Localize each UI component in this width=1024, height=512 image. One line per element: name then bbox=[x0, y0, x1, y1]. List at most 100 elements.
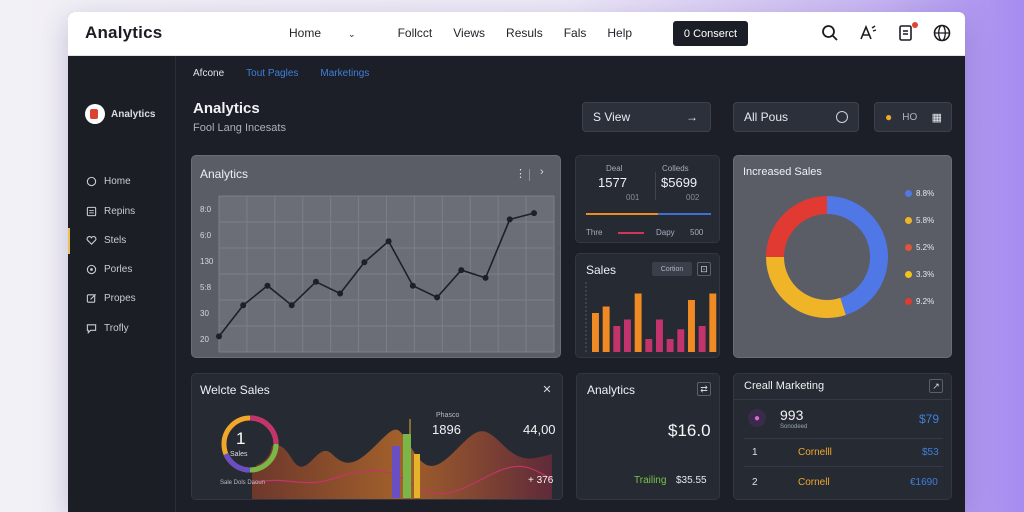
legend-swatch bbox=[905, 298, 912, 305]
tab-tout-pages[interactable]: Tout Pagles bbox=[246, 68, 298, 79]
stat-foot-right: 500 bbox=[690, 228, 704, 237]
sidebar-item-portals[interactable]: Porles bbox=[86, 264, 132, 275]
row2-amount: €1690 bbox=[910, 477, 938, 488]
logo-icon bbox=[85, 104, 105, 124]
page-title: Analytics bbox=[193, 100, 260, 117]
swap-icon[interactable]: ⇄ bbox=[697, 382, 711, 396]
stat-divider bbox=[655, 172, 656, 200]
location-pin-icon: ● bbox=[885, 110, 893, 124]
sidebar-item-home[interactable]: Home bbox=[86, 176, 131, 187]
nav-fals[interactable]: Fals bbox=[564, 26, 587, 40]
bar bbox=[709, 293, 717, 352]
bulb-icon: ● bbox=[748, 409, 766, 427]
chevron-right-icon[interactable]: › bbox=[540, 166, 544, 178]
sidebar-item-trofly[interactable]: Trofly bbox=[86, 323, 129, 334]
marketing-divider bbox=[734, 399, 951, 400]
donut-slice bbox=[826, 196, 888, 316]
stat-left-value: 1577 bbox=[598, 175, 627, 190]
stat-right-label: Colleds bbox=[662, 164, 689, 173]
filter-dropdown[interactable]: All Pous bbox=[733, 102, 859, 132]
data-point bbox=[240, 302, 247, 309]
increased-sales-card: Increased Sales 8.8% 5.8% 5.2% 3.3% 9.2% bbox=[733, 155, 952, 358]
marketing-title: Creall Marketing bbox=[744, 380, 825, 392]
ring-label: Sales bbox=[230, 451, 248, 458]
stat-foot-left: Thre bbox=[586, 228, 603, 237]
legend-label: 3.3% bbox=[916, 270, 935, 279]
main-nav: Home ⌄ Follcct Views Resuls Fals Help bbox=[289, 26, 653, 40]
text-format-icon[interactable] bbox=[858, 23, 878, 43]
more-icon[interactable]: ⋮ bbox=[515, 167, 526, 180]
data-point bbox=[531, 210, 537, 217]
search-icon[interactable] bbox=[820, 23, 840, 43]
row2-name[interactable]: Cornell bbox=[798, 477, 830, 488]
bar bbox=[602, 306, 610, 352]
header-divider bbox=[529, 169, 530, 181]
data-point bbox=[482, 274, 489, 281]
bar bbox=[613, 326, 621, 352]
bar bbox=[666, 339, 674, 352]
row-divider-1 bbox=[744, 438, 943, 439]
app-window: Analytics Home ⌄ Follcct Views Resuls Fal… bbox=[68, 12, 965, 512]
marketing-top-amount: $79 bbox=[919, 412, 940, 426]
external-link-icon[interactable]: ↗ bbox=[929, 379, 943, 393]
legend-item: 3.3% bbox=[905, 261, 934, 288]
donut-slice bbox=[766, 196, 828, 258]
tab-marketings[interactable]: Marketings bbox=[320, 68, 369, 79]
tab-afcone[interactable]: Afcone bbox=[193, 68, 224, 79]
refresh-icon bbox=[836, 111, 848, 123]
data-point bbox=[361, 259, 368, 266]
y-tick-label: 8:0 bbox=[200, 205, 212, 214]
data-point bbox=[216, 333, 222, 340]
y-tick-label: 6:0 bbox=[200, 231, 212, 240]
location-chip[interactable]: ● HO ▦ bbox=[874, 102, 952, 132]
bar bbox=[592, 313, 599, 352]
trailing-label: Trailing bbox=[634, 475, 667, 486]
notes-icon[interactable] bbox=[896, 22, 918, 43]
brand-title: Analytics bbox=[85, 23, 163, 42]
y-tick-label: 30 bbox=[200, 309, 209, 318]
nav-help[interactable]: Help bbox=[607, 26, 632, 40]
edit-icon bbox=[86, 293, 97, 303]
stat-left-sub: 001 bbox=[626, 193, 640, 202]
value2: 44,00 bbox=[523, 422, 556, 437]
stat-left-label: Deal bbox=[606, 164, 623, 173]
y-tick-label: 5:8 bbox=[200, 283, 212, 292]
donut-chart bbox=[766, 196, 888, 318]
nav-results[interactable]: Resuls bbox=[506, 26, 543, 40]
stat-right-value: $5699 bbox=[661, 175, 698, 190]
stats-card: Deal 1577 001 Colleds $5699 002 Thre Dap… bbox=[575, 155, 720, 243]
sales-badge[interactable]: Cortion bbox=[652, 262, 692, 276]
nav-views[interactable]: Views bbox=[453, 26, 485, 40]
sidebar-item-stats[interactable]: Stels bbox=[86, 235, 126, 246]
donut-slice bbox=[766, 256, 846, 318]
analytics-value-title: Analytics bbox=[587, 383, 636, 397]
row1-name[interactable]: Cornelll bbox=[798, 447, 832, 458]
value1: 1896 bbox=[432, 422, 461, 437]
value3: + 376 bbox=[528, 475, 554, 486]
sidebar-item-props[interactable]: Propes bbox=[86, 293, 136, 304]
data-point bbox=[264, 282, 271, 289]
marketing-top-sub: Sonodeed bbox=[780, 424, 808, 430]
value1-label: Phasco bbox=[436, 412, 460, 419]
home-icon bbox=[86, 176, 97, 187]
legend-item: 5.8% bbox=[905, 207, 934, 234]
expand-icon[interactable]: ⊡ bbox=[697, 262, 711, 276]
sidebar-logo[interactable]: Analytics bbox=[85, 104, 155, 124]
sales-bar-chart bbox=[585, 282, 717, 352]
nav-follow[interactable]: Follcct bbox=[398, 26, 433, 40]
nav-home[interactable]: Home ⌄ bbox=[289, 26, 377, 40]
bar bbox=[698, 326, 706, 352]
sidebar: Analytics Home Repins Stels Porles Prope… bbox=[68, 56, 176, 512]
contact-button[interactable]: 0 Conserct bbox=[673, 21, 748, 46]
view-button[interactable]: S View → bbox=[582, 102, 711, 132]
website-sales-title: Welcte Sales bbox=[200, 383, 270, 397]
close-icon[interactable]: ✕ bbox=[540, 382, 554, 396]
stat-progress-blue bbox=[658, 213, 711, 215]
globe-icon[interactable] bbox=[932, 23, 952, 43]
stat-foot-mid: Dapy bbox=[656, 228, 675, 237]
sidebar-item-reports[interactable]: Repins bbox=[86, 206, 135, 217]
analytics-value: $16.0 bbox=[668, 421, 711, 440]
y-tick-label: 20 bbox=[200, 335, 209, 344]
marketing-card: Creall Marketing ↗ ● 993 Sonodeed $79 1 … bbox=[733, 373, 952, 500]
legend-swatch bbox=[905, 217, 912, 224]
